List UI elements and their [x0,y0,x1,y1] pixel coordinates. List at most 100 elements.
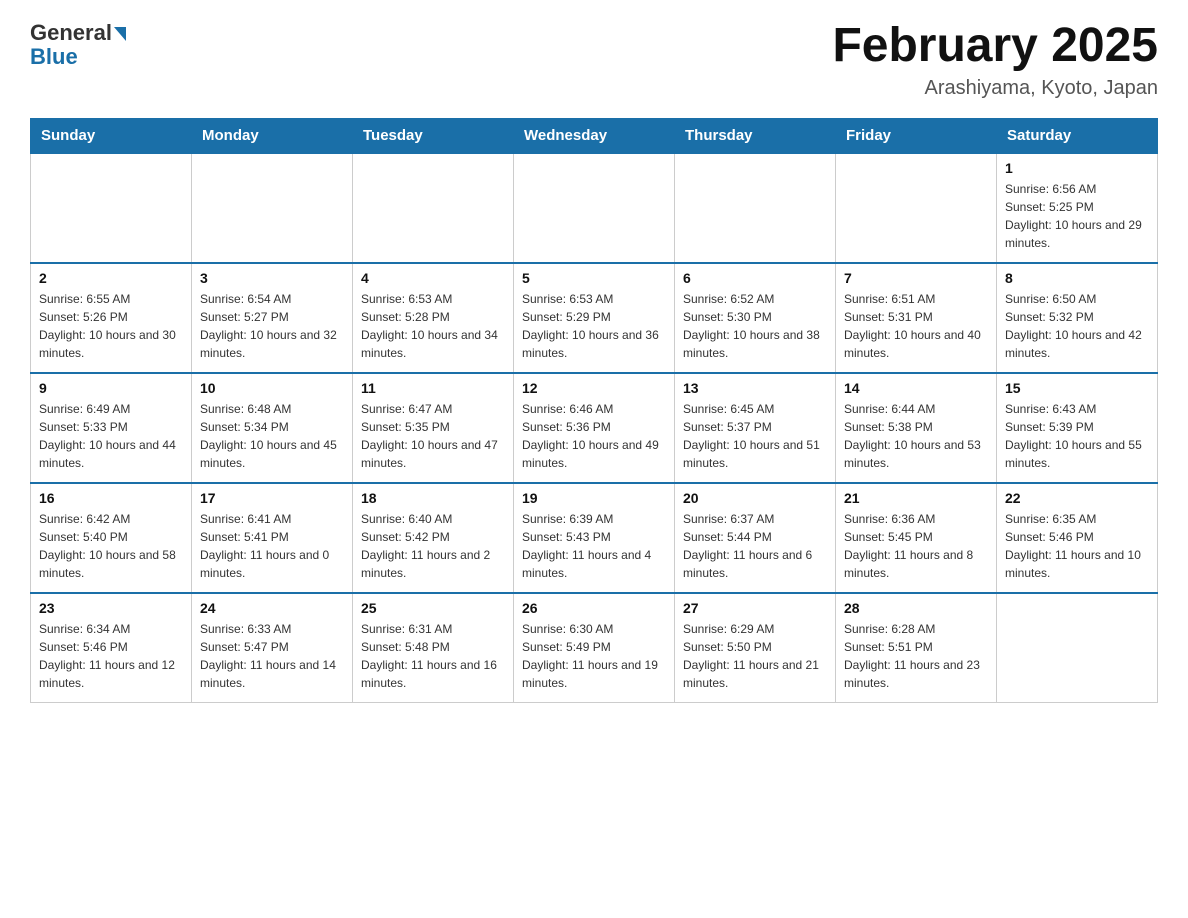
weekday-header-wednesday: Wednesday [514,118,675,153]
day-info: Sunrise: 6:49 AMSunset: 5:33 PMDaylight:… [39,400,183,472]
day-number: 12 [522,380,666,396]
calendar-cell: 16 Sunrise: 6:42 AMSunset: 5:40 PMDayligh… [31,483,192,593]
calendar-cell: 27 Sunrise: 6:29 AMSunset: 5:50 PMDayligh… [675,593,836,703]
calendar-cell: 7 Sunrise: 6:51 AMSunset: 5:31 PMDaylight… [836,263,997,373]
day-info: Sunrise: 6:31 AMSunset: 5:48 PMDaylight:… [361,620,505,692]
day-info: Sunrise: 6:45 AMSunset: 5:37 PMDaylight:… [683,400,827,472]
calendar-cell [192,153,353,263]
day-info: Sunrise: 6:29 AMSunset: 5:50 PMDaylight:… [683,620,827,692]
calendar-cell: 3 Sunrise: 6:54 AMSunset: 5:27 PMDaylight… [192,263,353,373]
day-number: 21 [844,490,988,506]
page-header: General Blue February 2025 Arashiyama, K… [30,20,1158,100]
day-info: Sunrise: 6:28 AMSunset: 5:51 PMDaylight:… [844,620,988,692]
day-info: Sunrise: 6:56 AMSunset: 5:25 PMDaylight:… [1005,180,1149,252]
calendar-cell: 28 Sunrise: 6:28 AMSunset: 5:51 PMDayligh… [836,593,997,703]
weekday-header-friday: Friday [836,118,997,153]
calendar-week-1: 1 Sunrise: 6:56 AMSunset: 5:25 PMDaylight… [31,153,1158,263]
calendar-cell: 10 Sunrise: 6:48 AMSunset: 5:34 PMDayligh… [192,373,353,483]
day-number: 24 [200,600,344,616]
calendar-cell: 24 Sunrise: 6:33 AMSunset: 5:47 PMDayligh… [192,593,353,703]
day-number: 14 [844,380,988,396]
day-number: 27 [683,600,827,616]
weekday-header-sunday: Sunday [31,118,192,153]
weekday-header-saturday: Saturday [997,118,1158,153]
calendar-cell: 5Sunrise: 6:53 AMSunset: 5:29 PMDaylight… [514,263,675,373]
calendar-cell: 23 Sunrise: 6:34 AMSunset: 5:46 PMDayligh… [31,593,192,703]
day-number: 13 [683,380,827,396]
weekday-header-row: SundayMondayTuesdayWednesdayThursdayFrid… [31,118,1158,153]
day-number: 26 [522,600,666,616]
calendar-cell: 13 Sunrise: 6:45 AMSunset: 5:37 PMDayligh… [675,373,836,483]
calendar-table: SundayMondayTuesdayWednesdayThursdayFrid… [30,118,1158,704]
calendar-cell: 25 Sunrise: 6:31 AMSunset: 5:48 PMDayligh… [353,593,514,703]
day-info: Sunrise: 6:37 AMSunset: 5:44 PMDaylight:… [683,510,827,582]
calendar-cell [514,153,675,263]
calendar-cell [353,153,514,263]
calendar-cell [997,593,1158,703]
calendar-cell: 12 Sunrise: 6:46 AMSunset: 5:36 PMDayligh… [514,373,675,483]
month-title: February 2025 [832,20,1158,73]
day-info: Sunrise: 6:42 AMSunset: 5:40 PMDaylight:… [39,510,183,582]
calendar-cell: 15 Sunrise: 6:43 AMSunset: 5:39 PMDayligh… [997,373,1158,483]
calendar-cell [675,153,836,263]
calendar-cell: 21 Sunrise: 6:36 AMSunset: 5:45 PMDayligh… [836,483,997,593]
day-number: 3 [200,270,344,286]
day-info: Sunrise: 6:33 AMSunset: 5:47 PMDaylight:… [200,620,344,692]
logo-general-text: General [30,20,112,46]
day-number: 16 [39,490,183,506]
calendar-week-2: 2Sunrise: 6:55 AMSunset: 5:26 PMDaylight… [31,263,1158,373]
day-number: 4 [361,270,505,286]
day-info: Sunrise: 6:40 AMSunset: 5:42 PMDaylight:… [361,510,505,582]
day-info: Sunrise: 6:44 AMSunset: 5:38 PMDaylight:… [844,400,988,472]
calendar-cell: 1 Sunrise: 6:56 AMSunset: 5:25 PMDaylight… [997,153,1158,263]
day-info: Sunrise: 6:50 AMSunset: 5:32 PMDaylight:… [1005,290,1149,362]
calendar-cell: 20Sunrise: 6:37 AMSunset: 5:44 PMDayligh… [675,483,836,593]
day-number: 7 [844,270,988,286]
calendar-cell: 2Sunrise: 6:55 AMSunset: 5:26 PMDaylight… [31,263,192,373]
day-info: Sunrise: 6:54 AMSunset: 5:27 PMDaylight:… [200,290,344,362]
calendar-week-5: 23 Sunrise: 6:34 AMSunset: 5:46 PMDayligh… [31,593,1158,703]
day-number: 8 [1005,270,1149,286]
calendar-cell: 18Sunrise: 6:40 AMSunset: 5:42 PMDayligh… [353,483,514,593]
day-info: Sunrise: 6:34 AMSunset: 5:46 PMDaylight:… [39,620,183,692]
day-number: 6 [683,270,827,286]
day-info: Sunrise: 6:51 AMSunset: 5:31 PMDaylight:… [844,290,988,362]
calendar-cell: 19Sunrise: 6:39 AMSunset: 5:43 PMDayligh… [514,483,675,593]
day-number: 23 [39,600,183,616]
day-info: Sunrise: 6:35 AMSunset: 5:46 PMDaylight:… [1005,510,1149,582]
calendar-header: SundayMondayTuesdayWednesdayThursdayFrid… [31,118,1158,153]
location-text: Arashiyama, Kyoto, Japan [832,77,1158,100]
day-info: Sunrise: 6:41 AMSunset: 5:41 PMDaylight:… [200,510,344,582]
calendar-cell: 22Sunrise: 6:35 AMSunset: 5:46 PMDayligh… [997,483,1158,593]
day-number: 25 [361,600,505,616]
logo-arrow-icon [114,27,126,41]
calendar-cell: 9Sunrise: 6:49 AMSunset: 5:33 PMDaylight… [31,373,192,483]
calendar-cell: 26Sunrise: 6:30 AMSunset: 5:49 PMDayligh… [514,593,675,703]
weekday-header-thursday: Thursday [675,118,836,153]
day-info: Sunrise: 6:43 AMSunset: 5:39 PMDaylight:… [1005,400,1149,472]
logo-blue-text: Blue [30,44,78,70]
calendar-cell [31,153,192,263]
day-info: Sunrise: 6:36 AMSunset: 5:45 PMDaylight:… [844,510,988,582]
day-info: Sunrise: 6:52 AMSunset: 5:30 PMDaylight:… [683,290,827,362]
day-number: 5 [522,270,666,286]
calendar-cell [836,153,997,263]
day-number: 28 [844,600,988,616]
day-number: 1 [1005,160,1149,176]
calendar-cell: 14 Sunrise: 6:44 AMSunset: 5:38 PMDayligh… [836,373,997,483]
title-block: February 2025 Arashiyama, Kyoto, Japan [832,20,1158,100]
calendar-cell: 8 Sunrise: 6:50 AMSunset: 5:32 PMDaylight… [997,263,1158,373]
day-info: Sunrise: 6:48 AMSunset: 5:34 PMDaylight:… [200,400,344,472]
calendar-cell: 6 Sunrise: 6:52 AMSunset: 5:30 PMDaylight… [675,263,836,373]
day-info: Sunrise: 6:46 AMSunset: 5:36 PMDaylight:… [522,400,666,472]
day-info: Sunrise: 6:39 AMSunset: 5:43 PMDaylight:… [522,510,666,582]
calendar-cell: 11Sunrise: 6:47 AMSunset: 5:35 PMDayligh… [353,373,514,483]
day-info: Sunrise: 6:47 AMSunset: 5:35 PMDaylight:… [361,400,505,472]
weekday-header-monday: Monday [192,118,353,153]
calendar-cell: 17Sunrise: 6:41 AMSunset: 5:41 PMDayligh… [192,483,353,593]
calendar-cell: 4Sunrise: 6:53 AMSunset: 5:28 PMDaylight… [353,263,514,373]
calendar-week-4: 16 Sunrise: 6:42 AMSunset: 5:40 PMDayligh… [31,483,1158,593]
day-number: 10 [200,380,344,396]
day-number: 15 [1005,380,1149,396]
calendar-week-3: 9Sunrise: 6:49 AMSunset: 5:33 PMDaylight… [31,373,1158,483]
